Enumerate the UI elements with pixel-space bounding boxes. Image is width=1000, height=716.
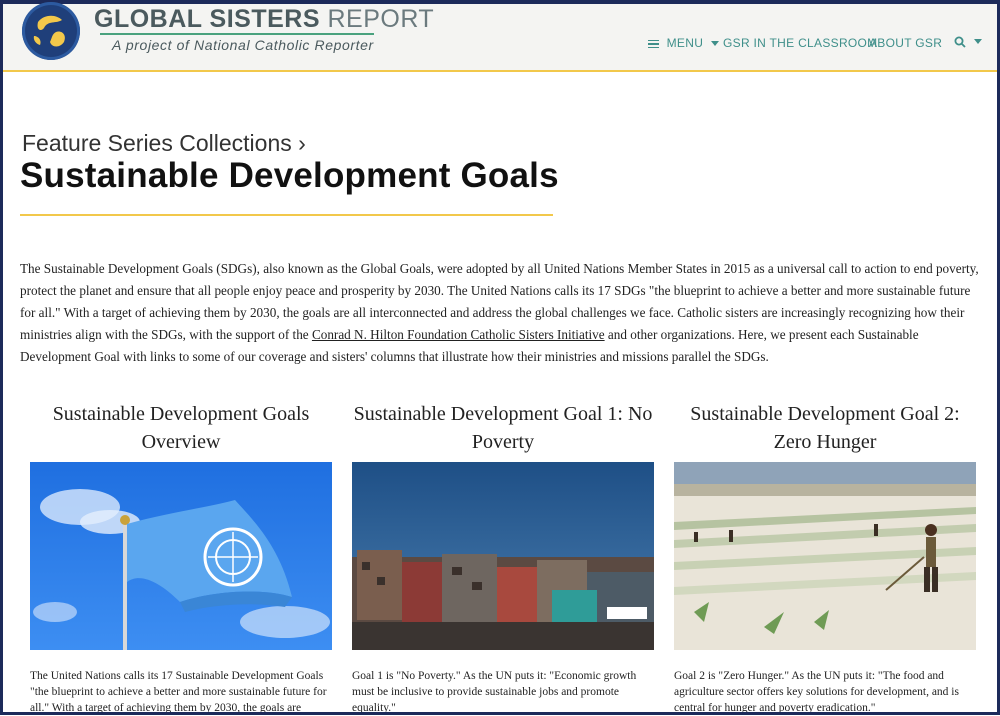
brand-tagline: A project of National Catholic Reporter [112,37,374,53]
farm-field-image[interactable] [674,462,976,650]
intro-paragraph: The Sustainable Development Goals (SDGs)… [20,258,985,368]
brand-light: REPORT [327,5,435,33]
nav-menu[interactable]: MENU [648,36,719,50]
card-title-link[interactable]: Sustainable Development Goal 2: Zero Hun… [674,400,976,462]
hamburger-icon [648,38,659,51]
card-summary: Goal 2 is "Zero Hunger." As the UN puts … [674,670,959,714]
hilton-initiative-link[interactable]: Conrad N. Hilton Foundation Catholic Sis… [312,327,605,342]
brand-bold: GLOBAL SISTERS [94,5,321,33]
brand-name[interactable]: GLOBAL SISTERS REPORT [94,5,434,34]
chevron-down-icon [710,41,719,47]
brand-underline [100,33,374,35]
un-flag-image[interactable] [30,462,332,650]
page-title: Sustainable Development Goals [20,156,559,195]
card-summary: The United Nations calls its 17 Sustaina… [30,670,327,714]
card-summary: Goal 1 is "No Poverty." As the UN puts i… [352,670,637,714]
title-underline [20,214,553,216]
card-sdg-overview: Sustainable Development Goals Overview T… [30,400,332,716]
nav-gsr-classroom[interactable]: GSR IN THE CLASSROOM [723,36,877,50]
card-title-link[interactable]: Sustainable Development Goals Overview [30,400,332,462]
header-top-bar [0,0,1000,4]
card-title-link[interactable]: Sustainable Development Goal 1: No Pover… [352,400,654,462]
nav-about-gsr[interactable]: ABOUT GSR [869,36,942,50]
card-sdg-1: Sustainable Development Goal 1: No Pover… [352,400,654,716]
globe-logo-icon[interactable] [22,2,80,60]
search-chevron-down-icon [973,39,982,45]
city-poverty-image[interactable] [352,462,654,650]
card-sdg-2: Sustainable Development Goal 2: Zero Hun… [674,400,976,716]
nav-menu-label: MENU [666,36,704,50]
search-icon [954,36,966,48]
breadcrumb[interactable]: Feature Series Collections › [22,130,306,157]
nav-search[interactable] [954,34,982,48]
site-header: GLOBAL SISTERS REPORT A project of Natio… [0,0,1000,72]
